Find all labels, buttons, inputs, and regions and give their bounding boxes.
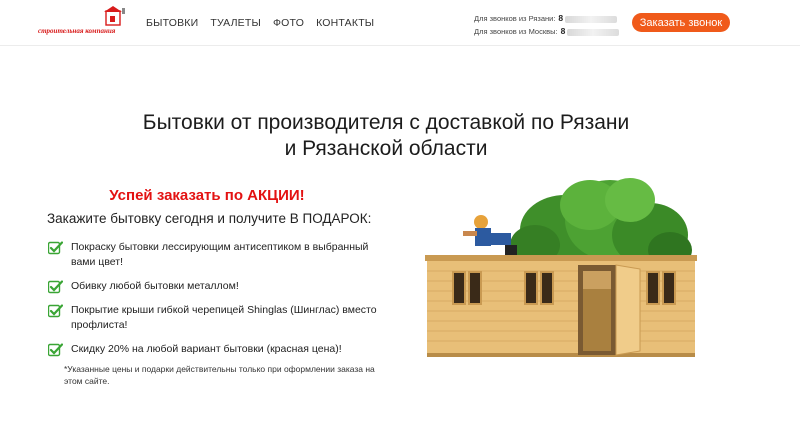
- list-item: Покраску бытовки лессирующим антисептико…: [48, 240, 378, 270]
- request-call-button[interactable]: Заказать звонок: [632, 13, 730, 32]
- nav-item-photo[interactable]: ФОТО: [273, 17, 304, 29]
- logo-text: строительная компания: [38, 27, 116, 35]
- logo-house-icon: [104, 6, 125, 26]
- cabin-illustration: [425, 178, 697, 357]
- nav-item-contacts[interactable]: КОНТАКТЫ: [316, 17, 374, 29]
- disclaimer-note: *Указанные цены и подарки действительны …: [64, 364, 375, 386]
- company-logo[interactable]: строительная компания: [38, 5, 134, 39]
- phone-blur: [565, 15, 618, 23]
- phone-moscow-number[interactable]: 8: [561, 26, 566, 36]
- benefit-text: Покрытие крыши гибкой черепицей Shinglas…: [71, 304, 377, 331]
- check-icon: [48, 241, 63, 255]
- list-item: Обивку любой бытовки металлом!: [48, 279, 378, 294]
- site-header: строительная компания БЫТОВКИ ТУАЛЕТЫ ФО…: [0, 0, 800, 46]
- phone-ryazan-number[interactable]: 8: [558, 13, 563, 23]
- promo-heading: Успей заказать по АКЦИИ!: [109, 187, 305, 204]
- benefit-text: Обивку любой бытовки металлом!: [71, 280, 239, 292]
- nav-item-bytovki[interactable]: БЫТОВКИ: [146, 17, 198, 29]
- phone-ryazan-label: Для звонков из Рязани:: [474, 14, 556, 23]
- benefits-list: Покраску бытовки лессирующим антисептико…: [48, 240, 378, 366]
- benefit-text: Скидку 20% на любой вариант бытовки (кра…: [71, 343, 342, 355]
- promo-subheading: Закажите бытовку сегодня и получите В ПО…: [47, 211, 372, 226]
- page-title-line-2: и Рязанской области: [284, 137, 488, 160]
- worker-image: [463, 215, 517, 255]
- check-icon: [48, 343, 63, 357]
- nav-item-toilets[interactable]: ТУАЛЕТЫ: [210, 17, 261, 29]
- phone-block: Для звонков из Рязани: 8 Для звонков из М…: [474, 12, 620, 38]
- list-item: Покрытие крыши гибкой черепицей Shinglas…: [48, 303, 378, 333]
- main-nav: БЫТОВКИ ТУАЛЕТЫ ФОТО КОНТАКТЫ: [146, 17, 374, 29]
- page-title-line-1: Бытовки от производителя с доставкой по …: [142, 111, 630, 134]
- phone-moscow-label: Для звонков из Москвы:: [474, 27, 558, 36]
- trees-image: [510, 178, 692, 268]
- phone-moscow: Для звонков из Москвы: 8: [474, 25, 620, 38]
- check-icon: [48, 280, 63, 294]
- phone-ryazan: Для звонков из Рязани: 8: [474, 12, 619, 25]
- phone-blur: [567, 28, 620, 36]
- benefit-text: Покраску бытовки лессирующим антисептико…: [71, 241, 369, 268]
- check-icon: [48, 304, 63, 318]
- page-title: Бытовки от производителя с доставкой по …: [0, 110, 772, 162]
- list-item: Скидку 20% на любой вариант бытовки (кра…: [48, 342, 378, 357]
